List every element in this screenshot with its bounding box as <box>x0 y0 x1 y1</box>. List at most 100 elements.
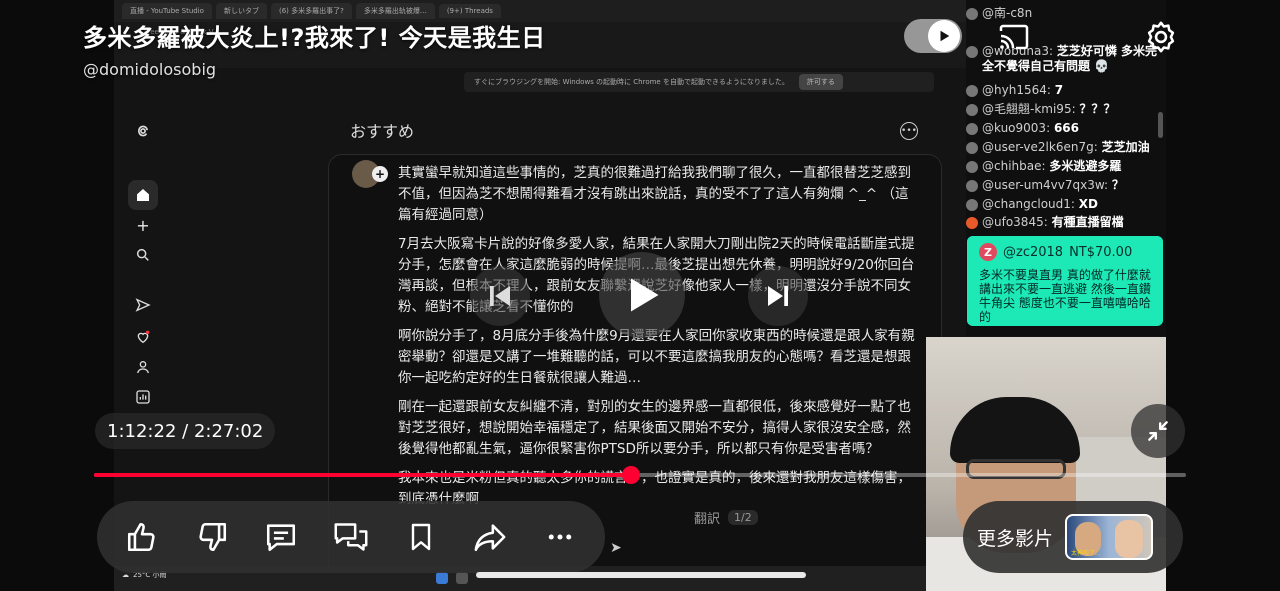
threads-logo-icon <box>128 116 158 146</box>
dislike-button[interactable] <box>189 514 235 560</box>
heart-icon <box>128 322 158 352</box>
video-title: 多米多羅被大炎上!?我來了! 今天是我生日 <box>83 24 546 52</box>
translate-label: 翻訳 <box>694 512 721 527</box>
gear-icon[interactable] <box>1140 16 1182 58</box>
share-icon <box>474 524 506 552</box>
duration: 2:27:02 <box>193 420 264 442</box>
skip-next-icon[interactable] <box>748 266 808 326</box>
comments-button[interactable] <box>258 514 304 560</box>
more-videos-button[interactable]: 更多影片 太神啦了... <box>963 501 1183 573</box>
post-paragraph: 啊你說分手了，8月底分手後為什麼9月還要在人家回你家收東西的時候還是跟人家有親密… <box>398 328 915 386</box>
share-send-icon: ➤ <box>610 540 622 556</box>
chat-message: @changcloud1: XD <box>966 197 1166 212</box>
post-paragraph: 其實蠻早就知道這些事情的，芝真的很難過打給我我們聊了很久，一直都很替芝芝感到不值… <box>398 165 911 223</box>
thumbs-down-icon <box>198 522 226 552</box>
home-icon <box>128 180 158 210</box>
thumbnail-caption: 太神啦了... <box>1071 550 1101 557</box>
chat-text: 666 <box>1053 121 1079 135</box>
progress-fill <box>94 473 632 477</box>
taskbar-app-icon <box>456 572 468 584</box>
avatar <box>966 104 978 116</box>
chat-username: @毛翹翹-kmi95: <box>982 102 1076 116</box>
time-display: 1:12:22 / 2:27:02 <box>95 413 276 449</box>
thumbnail-face <box>1115 520 1144 558</box>
chat-message: @kuo9003: 666 <box>966 121 1166 136</box>
browser-tab: 多米多羅出轨被爆… <box>355 3 435 19</box>
streamer-hair <box>950 397 1080 463</box>
avatar: Z <box>979 243 997 261</box>
search-icon <box>128 240 158 270</box>
chat-text: 芝芝加油 <box>1101 140 1150 154</box>
channel-name[interactable]: @domidolosobig <box>83 60 216 79</box>
chat-username: @user-um4vv7qx3w: <box>982 178 1109 192</box>
chat-username: @kuo9003: <box>982 121 1051 135</box>
exit-fullscreen-icon[interactable] <box>1131 404 1185 458</box>
more-videos-thumbnail: 太神啦了... <box>1065 514 1154 560</box>
chat-message: @hyh1564: 7 <box>966 83 1166 98</box>
skip-previous-icon[interactable] <box>470 266 530 326</box>
feed-title: おすすめ <box>350 122 415 141</box>
chat-bubbles-icon <box>334 523 368 551</box>
browser-tab: (9+) Threads <box>438 4 501 18</box>
chat-message: @ufo3845: 有種直播留檔 <box>966 215 1166 230</box>
taskbar-apps <box>436 572 468 584</box>
play-pause-button[interactable] <box>599 252 685 338</box>
chat-message: @chihbae: 多米逃避多羅 <box>966 159 1166 174</box>
avatar <box>966 180 978 192</box>
chat-text: XD <box>1078 197 1098 211</box>
avatar <box>966 142 978 154</box>
live-chat-button[interactable] <box>328 514 374 560</box>
post-paragraph: 剛在一起還跟前女友糾纏不清，對別的女生的邊界感一直都很低，後來感覺好一點了也對芝… <box>398 399 911 457</box>
chat-text: 7 <box>1054 83 1064 97</box>
more-horizontal-icon: ••• <box>900 122 918 140</box>
chat-username: @南-c8n <box>982 6 1033 20</box>
notice-allow-button: 許可する <box>798 74 843 90</box>
bookmark-icon <box>411 523 430 551</box>
follow-plus-icon: + <box>372 166 388 182</box>
time-separator: / <box>182 420 189 442</box>
like-button[interactable] <box>119 514 165 560</box>
play-icon <box>631 278 659 312</box>
chat-username: @changcloud1: <box>982 197 1075 211</box>
post-body: 其實蠻早就知道這些事情的，芝真的很難過打給我我們聊了很久，一直都很替芝芝感到不值… <box>398 163 918 518</box>
windows-start-icon <box>436 572 448 584</box>
chat-text: 多米逃避多羅 <box>1049 159 1122 173</box>
more-button[interactable] <box>537 514 583 560</box>
translate-row: 翻訳 1/2 <box>694 508 758 527</box>
profile-icon <box>128 352 158 382</box>
insights-icon <box>128 382 158 412</box>
browser-tab: 新しいタブ <box>215 3 267 19</box>
home-indicator[interactable] <box>476 572 806 578</box>
chat-text: ？ <box>1111 178 1124 192</box>
avatar <box>966 8 978 20</box>
superchat-amount: NT$70.00 <box>1069 244 1133 260</box>
save-button[interactable] <box>398 514 444 560</box>
progress-bar[interactable] <box>94 466 1186 484</box>
superchat-text: 多米不要臭直男 真的做了什麼就講出來不要一直逃避 然後一直鑽牛角尖 態度也不要一… <box>967 268 1163 324</box>
chat-text: 有種直播留檔 <box>1051 215 1124 229</box>
comment-icon <box>267 524 296 552</box>
action-bar <box>97 501 605 573</box>
chat-username: @hyh1564: <box>982 83 1051 97</box>
chat-message: @毛翹翹-kmi95: ？？？ <box>966 102 1166 117</box>
play-icon[interactable] <box>928 20 960 52</box>
avatar <box>966 161 978 173</box>
thumbs-up-icon <box>127 522 155 552</box>
current-time: 1:12:22 <box>107 420 177 442</box>
share-button[interactable] <box>467 514 513 560</box>
chat-username: @user-ve2lk6en7g: <box>982 140 1098 154</box>
avatar <box>966 199 978 211</box>
chat-username: @chihbae: <box>982 159 1046 173</box>
chat-message: @user-um4vv7qx3w: ？ <box>966 178 1166 193</box>
chat-message: @user-ve2lk6en7g: 芝芝加油 <box>966 140 1166 155</box>
chrome-notice-bar: すぐにブラウジングを開始: Windows の起動時に Chrome を自動で起… <box>464 72 934 92</box>
cast-icon[interactable] <box>994 20 1034 54</box>
browser-tab: 直播 - YouTube Studio <box>122 3 212 19</box>
avatar <box>966 123 978 135</box>
avatar <box>966 46 978 58</box>
notice-text: すぐにブラウジングを開始: Windows の起動時に Chrome を自動で起… <box>474 78 789 86</box>
more-horizontal-icon <box>548 534 572 540</box>
chat-text: ？？？ <box>1079 102 1116 116</box>
browser-tab: (6) 多米多羅出事了? <box>270 3 352 19</box>
chat-scrollbar <box>1158 112 1163 138</box>
